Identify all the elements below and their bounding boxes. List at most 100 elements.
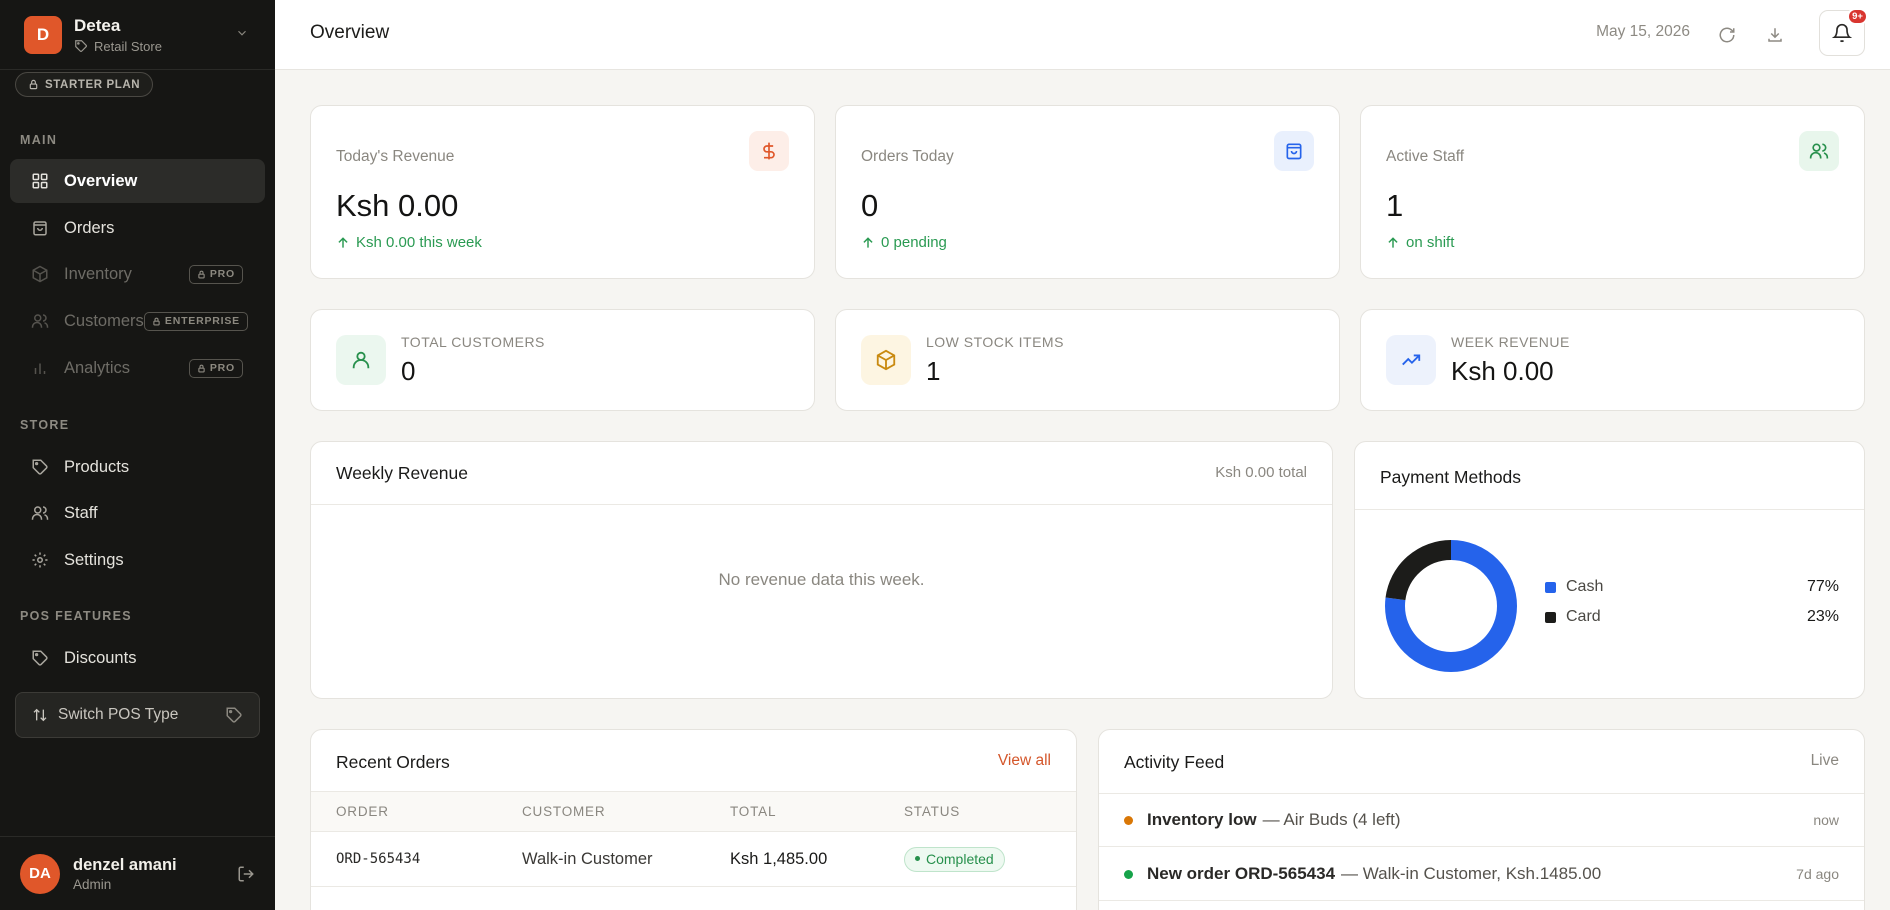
trending-up-icon (1386, 335, 1436, 385)
live-indicator: Live (1810, 752, 1839, 769)
orders-table: ORDER CUSTOMER TOTAL STATUS ORD-565434 W… (311, 791, 1076, 910)
stat-delta: Ksh 0.00 this week (336, 234, 482, 251)
weekly-total: Ksh 0.00 total (1215, 464, 1307, 481)
lock-icon (198, 270, 205, 278)
chevron-down-icon[interactable] (235, 26, 249, 40)
user-role: Admin (73, 876, 112, 892)
section-label-pos: POS FEATURES (20, 609, 132, 623)
card-title: Activity Feed (1124, 752, 1225, 772)
shopping-bag-icon (1274, 131, 1314, 171)
users-icon (30, 503, 50, 523)
tag-icon (226, 707, 242, 723)
dollar-icon (749, 131, 789, 171)
legend-swatch (1545, 581, 1556, 593)
status-dot (1124, 869, 1133, 879)
box-icon (861, 335, 911, 385)
card-title: Weekly Revenue (336, 463, 468, 483)
enterprise-badge: ENTERPRISE (143, 311, 248, 331)
store-switcher[interactable]: D Detea Retail Store (0, 0, 275, 70)
users-icon (1799, 131, 1839, 171)
tag-icon (75, 40, 87, 52)
sidebar-item-inventory[interactable]: Inventory PRO (10, 252, 265, 296)
table-row[interactable]: ORD-565434 Walk-in Customer Ksh 1,485.00… (311, 831, 1076, 887)
download-button[interactable] (1760, 20, 1790, 50)
user-icon (336, 335, 386, 385)
stat-value: 0 (861, 188, 879, 223)
current-date: May 15, 2026 (1596, 23, 1690, 40)
pro-badge: PRO (188, 358, 243, 378)
topbar: Overview May 15, 2026 9+ (275, 0, 1890, 70)
payment-methods-card: Payment Methods Cash 77% Card 23% (1354, 441, 1865, 699)
arrow-up-icon (338, 236, 348, 248)
stat-delta: 0 pending (861, 234, 947, 251)
tag-icon (30, 457, 50, 477)
refresh-icon (1719, 27, 1735, 43)
recent-orders-card: Recent Orders View all ORDER CUSTOMER TO… (310, 729, 1077, 910)
avatar: DA (20, 853, 60, 894)
store-name: Detea (74, 15, 121, 35)
page-title: Overview (310, 22, 390, 43)
stat-delta: on shift (1386, 234, 1454, 251)
stat-card-orders: Orders Today 0 0 pending (835, 105, 1340, 279)
activity-feed-card: Activity Feed Live Inventory low — Air B… (1098, 729, 1865, 910)
lock-icon (29, 79, 38, 90)
download-icon (1768, 28, 1782, 42)
sidebar-item-customers[interactable]: Customers ENTERPRISE (10, 299, 265, 343)
stat-value: Ksh 0.00 (336, 188, 459, 223)
switch-pos-type-button[interactable]: Switch POS Type (15, 692, 260, 738)
card-title: Recent Orders (336, 752, 450, 772)
mini-card-customers: TOTAL CUSTOMERS 0 (310, 309, 815, 411)
lock-icon (198, 364, 205, 372)
sidebar-item-settings[interactable]: Settings (10, 538, 265, 582)
user-name: denzel amani (73, 855, 177, 874)
view-all-link[interactable]: View all (998, 752, 1051, 770)
table-row[interactable] (311, 886, 1076, 910)
box-icon (30, 264, 50, 284)
lock-icon (153, 317, 160, 325)
arrow-up-icon (1388, 236, 1398, 248)
swap-icon (33, 708, 47, 722)
pro-badge: PRO (188, 264, 243, 284)
activity-item: New order ORD-565434 — Walk-in Customer,… (1124, 864, 1839, 884)
payment-donut-chart (1385, 540, 1517, 672)
shopping-bag-icon (30, 218, 50, 238)
bell-icon (1832, 23, 1852, 43)
sidebar-item-overview[interactable]: Overview (10, 159, 265, 203)
sidebar-item-products[interactable]: Products (10, 445, 265, 489)
notifications-button[interactable]: 9+ (1819, 8, 1868, 56)
stat-card-revenue: Today's Revenue Ksh 0.00 Ksh 0.00 this w… (310, 105, 815, 279)
store-type: Retail Store (94, 38, 162, 54)
sidebar-item-discounts[interactable]: Discounts (10, 636, 265, 680)
user-profile: DA denzel amani Admin (0, 836, 275, 910)
grid-icon (30, 171, 50, 191)
brand-logo: D (24, 15, 62, 54)
plan-badge: STARTER PLAN (15, 72, 154, 97)
sidebar-item-staff[interactable]: Staff (10, 491, 265, 535)
mini-card-week-revenue: WEEK REVENUE Ksh 0.00 (1360, 309, 1865, 411)
empty-state-text: No revenue data this week. (718, 570, 925, 589)
sidebar: D Detea Retail Store STARTER PLAN MAIN O… (0, 0, 275, 910)
status-badge: Completed (904, 846, 1005, 872)
sidebar-item-analytics[interactable]: Analytics PRO (10, 346, 265, 390)
sidebar-item-orders[interactable]: Orders (10, 206, 265, 250)
legend-item-card: Card 23% (1545, 608, 1839, 626)
legend-item-cash: Cash 77% (1545, 578, 1839, 596)
gear-icon (30, 550, 50, 570)
activity-item: Inventory low — Air Buds (4 left) now (1124, 810, 1839, 830)
notification-count: 9+ (1847, 8, 1868, 25)
tag-icon (30, 648, 50, 668)
status-dot (1124, 815, 1133, 825)
users-icon (30, 311, 50, 331)
bar-chart-icon (30, 358, 50, 378)
section-label-main: MAIN (20, 133, 58, 147)
card-title: Payment Methods (1380, 467, 1522, 487)
stat-value: 1 (1386, 188, 1404, 223)
arrow-up-icon (863, 236, 873, 248)
mini-card-low-stock: LOW STOCK ITEMS 1 (835, 309, 1340, 411)
stat-card-staff: Active Staff 1 on shift (1360, 105, 1865, 279)
section-label-store: STORE (20, 418, 70, 432)
legend-swatch (1545, 611, 1556, 623)
logout-icon[interactable] (237, 865, 255, 883)
refresh-button[interactable] (1712, 20, 1742, 50)
weekly-revenue-card: Weekly Revenue Ksh 0.00 total No revenue… (310, 441, 1333, 699)
